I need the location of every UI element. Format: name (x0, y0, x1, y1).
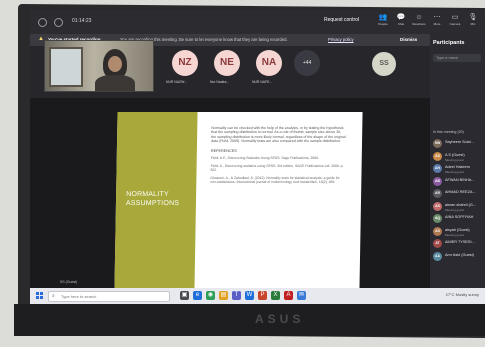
participant-avatar-nz[interactable]: NZ (172, 50, 198, 76)
participant-video[interactable] (44, 40, 154, 92)
dismiss-button[interactable]: Dismiss (400, 37, 417, 42)
shield-icon (38, 18, 47, 27)
participant-search-input[interactable]: Type a name (433, 54, 481, 62)
participant-row[interactable]: AQ AINA SOFFIYAH (433, 213, 485, 226)
file-explorer-icon[interactable]: ▤ (219, 291, 228, 300)
participant-avatar: AT (433, 239, 442, 248)
reactions-icon: ☺ (415, 14, 423, 21)
participant-avatar: AQ (433, 214, 442, 223)
more-icon: ⋯ (433, 14, 441, 21)
screen: 01:14:23 Request control 👥 People 💬 Chat… (30, 10, 485, 304)
laptop-keyboard-area (14, 304, 485, 336)
search-icon: ⌕ (52, 293, 55, 299)
teams-icon[interactable]: T (232, 291, 241, 300)
references-heading: REFERENCES (210, 148, 237, 153)
slide-body: Normality can be checked with the help o… (210, 126, 346, 189)
participant-avatar-ne[interactable]: NE (214, 50, 240, 76)
reactions-button[interactable]: ☺ Reactions (410, 14, 428, 26)
mic-button[interactable]: 🎙 Mic (464, 14, 482, 26)
word-icon[interactable]: W (245, 291, 254, 300)
speaker-avatar-ss[interactable]: SS (372, 52, 396, 76)
edge-icon[interactable]: e (193, 291, 202, 300)
excel-icon[interactable]: X (271, 291, 280, 300)
windows-taskbar: ⌕ Type here to search ▣ e ◉ ▤ T W P X A … (30, 288, 485, 304)
participant-avatar: AS (433, 226, 442, 236)
participant-list: SW Sayheem Sulai... AS A S (Guest) Meeti… (433, 138, 485, 263)
more-participants-button[interactable]: +44 (294, 50, 320, 76)
participant-name: NUR NAZW... (166, 80, 187, 84)
participant-row[interactable]: AT AMIER TYSESI... (433, 238, 485, 251)
taskbar-search-input[interactable]: ⌕ Type here to search (48, 291, 170, 302)
reference-item: Field, A., Discovering statistics using … (210, 163, 344, 173)
presentation-slide: NORMALITY ASSUMPTIONS Normality can be c… (114, 112, 363, 290)
task-view-icon[interactable]: ▣ (180, 291, 189, 300)
participant-avatar: AH (433, 164, 442, 173)
camera-button[interactable]: ▭ Camera (446, 14, 464, 26)
presenter-label: SS (Guest) (60, 280, 78, 284)
participant-avatar: SW (433, 139, 442, 148)
participant-row[interactable]: AB AFWAN BINHA... (433, 176, 485, 189)
participant-row[interactable]: AS aiman shahril (G... Meeting guest (433, 201, 485, 214)
participant-avatar: AS (433, 201, 442, 211)
participant-name: Nur Nadira... (210, 80, 230, 84)
system-tray-weather[interactable]: 27°C Mostly sunny (446, 292, 479, 297)
reference-item: Field, A.P., Discovering Statistics Usin… (210, 155, 319, 160)
laptop-brand-logo: ASUS (255, 312, 305, 326)
participant-row[interactable]: AA Amr Asbi (Guest) (433, 251, 485, 264)
participants-panel-title: Participants (433, 40, 465, 46)
participant-row[interactable]: AS aisyah (Guest) Meeting guest (433, 226, 485, 239)
more-button[interactable]: ⋯ More (428, 14, 446, 26)
meeting-top-bar: 01:14:23 Request control 👥 People 💬 Chat… (30, 10, 485, 34)
participant-avatar-na[interactable]: NA (256, 50, 282, 76)
participant-avatar: AS (433, 151, 442, 161)
windows-start-icon[interactable] (36, 292, 43, 299)
privacy-policy-link[interactable]: Privacy policy (328, 37, 354, 42)
video-window (49, 47, 83, 87)
mic-icon: 🎙 (468, 14, 478, 21)
in-meeting-section[interactable]: In this meeting (50) (433, 130, 464, 134)
people-icon: 👥 (378, 14, 388, 21)
camera-icon: ▭ (451, 14, 459, 21)
acrobat-icon[interactable]: A (284, 291, 293, 300)
participant-row[interactable]: AS A S (Guest) Meeting guest (433, 151, 485, 164)
participant-avatar: AB (433, 176, 442, 186)
chat-icon: 💬 (396, 14, 406, 21)
expand-icon[interactable] (54, 18, 63, 27)
reference-item: Ghasemi, A., & Zahediasl, S. (2012). Nor… (210, 176, 340, 185)
request-control-button[interactable]: Request control (318, 15, 365, 25)
meeting-timer: 01:14:23 (72, 18, 92, 24)
participant-row[interactable]: AH Adeel Hakeem Meeting guest (433, 163, 485, 176)
slide-title: NORMALITY ASSUMPTIONS (125, 191, 180, 207)
video-person-face (108, 56, 122, 72)
participant-avatar: AR (433, 189, 442, 198)
slide-paragraph: Normality can be checked with the help o… (211, 126, 346, 144)
participant-row[interactable]: AR AHMAD REEZA... (433, 188, 485, 201)
powerpoint-icon[interactable]: P (258, 291, 267, 300)
participants-panel: Participants Type a name In this meeting… (430, 34, 485, 288)
people-button[interactable]: 👥 People (374, 14, 392, 26)
mail-icon[interactable]: ✉ (297, 291, 306, 300)
chat-button[interactable]: 💬 Chat (392, 14, 410, 26)
video-person-body (95, 75, 135, 91)
participant-name: NUR NAFE... (252, 80, 273, 84)
participant-avatar: AA (433, 251, 442, 261)
participant-row[interactable]: SW Sayheem Sulai... (433, 138, 485, 151)
chrome-icon[interactable]: ◉ (206, 291, 215, 300)
